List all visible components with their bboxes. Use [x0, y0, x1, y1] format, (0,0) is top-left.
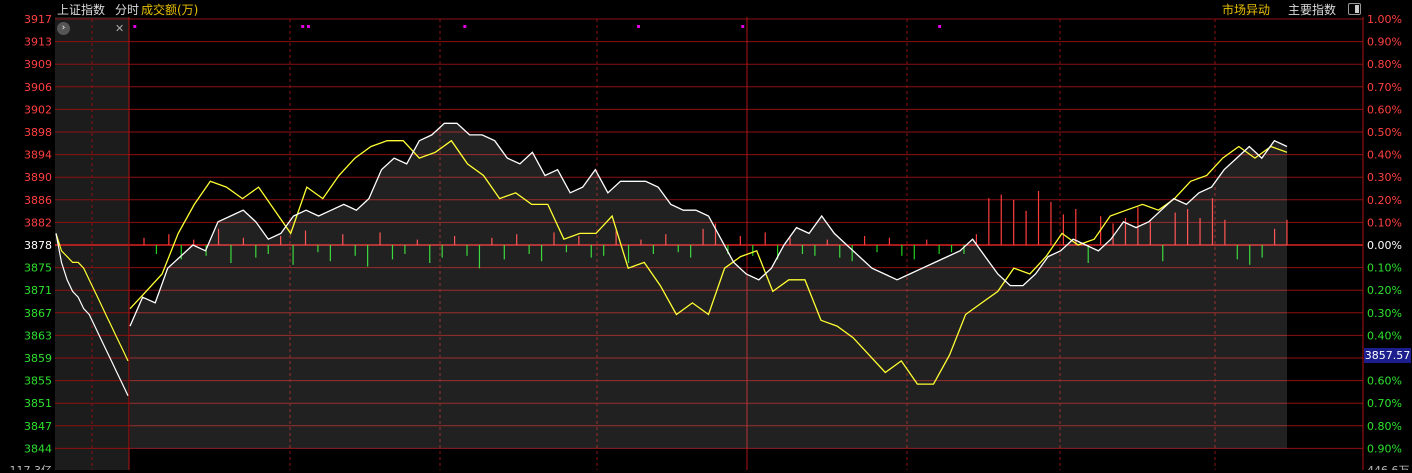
indicator-selector[interactable]: 成交额(万): [141, 1, 198, 18]
intraday-chart[interactable]: 3917 1.00% 3913 0.90% 3909 0.80% 3906 0.70% 3902…: [0, 0, 1412, 473]
event-marker: [301, 25, 305, 28]
right-tick-label: 0.50%: [1367, 126, 1402, 139]
right-tick-label: 0.20%: [1367, 284, 1402, 297]
right-tick-label: 0.60%: [1367, 375, 1402, 388]
left-tick-label: 3855: [24, 375, 52, 388]
left-tick-label: 3898: [24, 126, 52, 139]
left-tick-label: 3878: [24, 239, 52, 252]
event-marker: [637, 25, 641, 28]
left-tick-label: 3890: [24, 171, 52, 184]
right-tick-label: 0.40%: [1367, 149, 1402, 162]
event-marker: [133, 25, 137, 28]
right-bottom-label: 446.6万: [1367, 464, 1410, 470]
left-tick-label: 3844: [24, 442, 52, 455]
left-tick-label: 3871: [24, 284, 52, 297]
right-tick-label: 0.20%: [1367, 194, 1402, 207]
main-indices-button[interactable]: 主要指数: [1288, 1, 1336, 18]
left-tick-label: 3851: [24, 397, 52, 410]
view-mode-tab[interactable]: 分时: [115, 1, 139, 18]
left-tick-label: 3913: [24, 36, 52, 49]
event-marker: [306, 25, 310, 28]
chart-canvas: 3917 1.00% 3913 0.90% 3909 0.80% 3906 0.70% 3902…: [10, 13, 1410, 473]
right-tick-label: 0.00%: [1367, 239, 1402, 252]
panel-toggle-icon[interactable]: [1348, 3, 1361, 15]
right-tick-label: 0.30%: [1367, 171, 1402, 184]
right-tick-label: 0.80%: [1367, 420, 1402, 433]
event-marker: [938, 25, 942, 28]
right-tick-label: 0.30%: [1367, 307, 1402, 320]
left-tick-label: 3906: [24, 81, 52, 94]
left-tick-label: 3859: [24, 352, 52, 365]
left-bottom-label: 117.3亿: [10, 464, 53, 470]
right-tick-label: 0.40%: [1367, 329, 1402, 342]
left-tick-label: 3917: [24, 13, 52, 26]
right-tick-label: 0.90%: [1367, 442, 1402, 455]
left-tick-label: 3886: [24, 194, 52, 207]
current-price-tag: 3857.57: [1364, 348, 1411, 363]
right-tick-label: 0.90%: [1367, 36, 1402, 49]
right-tick-label: 0.70%: [1367, 81, 1402, 94]
market-alert-button[interactable]: 市场异动: [1222, 1, 1270, 18]
right-tick-label: 0.70%: [1367, 397, 1402, 410]
left-tick-label: 3867: [24, 307, 52, 320]
right-tick-label: 0.60%: [1367, 103, 1402, 116]
price-area-fill: [130, 123, 1287, 449]
prev-day-arrow-icon[interactable]: ›: [57, 22, 70, 35]
left-tick-label: 3909: [24, 58, 52, 71]
index-name: 上证指数: [57, 3, 106, 17]
left-tick-label: 3863: [24, 329, 52, 342]
event-marker: [463, 25, 467, 28]
right-tick-label: 1.00%: [1367, 13, 1402, 26]
right-tick-label: 0.80%: [1367, 58, 1402, 71]
left-tick-label: 3875: [24, 262, 52, 275]
left-tick-label: 3902: [24, 103, 52, 116]
right-tick-label: 0.10%: [1367, 262, 1402, 275]
right-tick-label: 0.10%: [1367, 216, 1402, 229]
left-tick-label: 3847: [24, 420, 52, 433]
left-tick-label: 3882: [24, 216, 52, 229]
close-prev-day-icon[interactable]: ✕: [115, 22, 124, 35]
event-marker: [741, 25, 745, 28]
left-tick-label: 3894: [24, 149, 52, 162]
